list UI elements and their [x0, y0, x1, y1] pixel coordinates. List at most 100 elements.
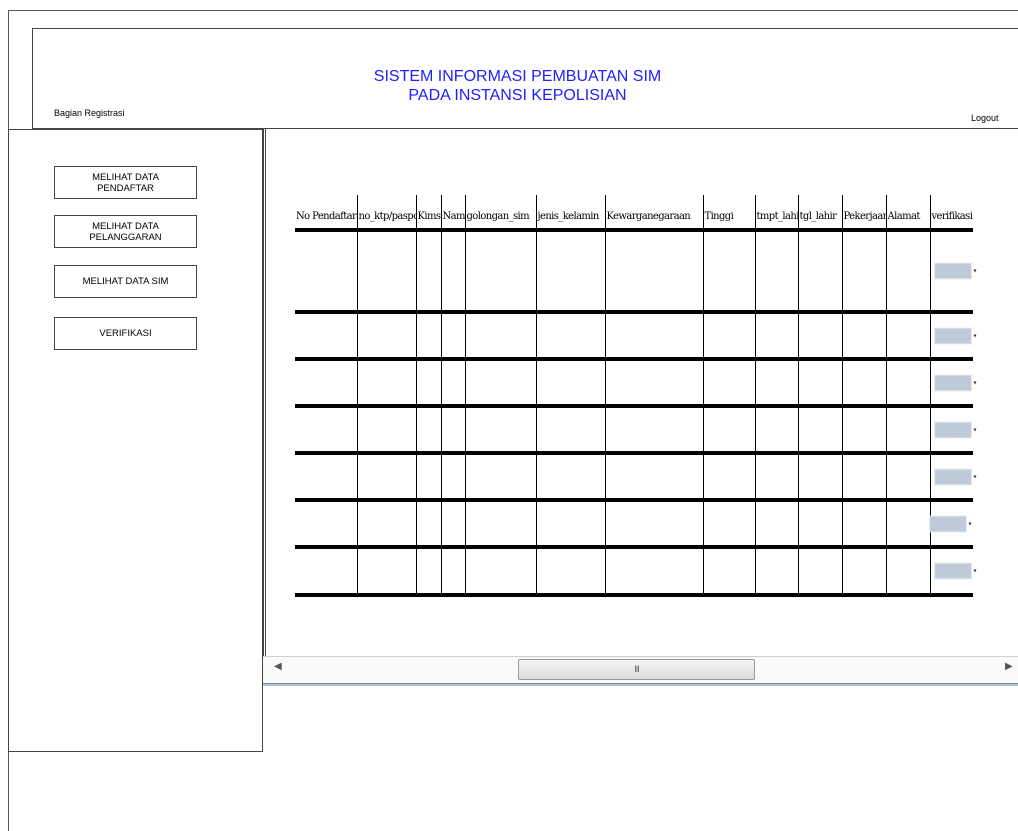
verification-select[interactable]: ▾	[933, 421, 977, 438]
column-header: Kims	[415, 195, 441, 232]
table-cell: ▾	[929, 453, 977, 502]
table-cell: ▾	[929, 406, 977, 455]
scrollbar-thumb[interactable]: III	[518, 659, 755, 680]
table-cell	[797, 500, 842, 549]
column-header: tmpt_lahir	[754, 195, 798, 232]
table-row: ▾	[295, 406, 977, 455]
column-header: tgl_lahir	[797, 195, 842, 232]
app-title-line2: PADA INSTANSI KEPOLISIAN	[408, 87, 627, 104]
sidebar-item-data-pendaftar[interactable]: MELIHAT DATA PENDAFTAR	[54, 166, 197, 199]
table-cell	[797, 547, 842, 597]
horizontal-scrollbar[interactable]: ◀ III ▶	[263, 656, 1018, 686]
table-cell	[356, 359, 416, 408]
table-cell	[885, 547, 930, 597]
table-cell	[356, 500, 416, 549]
table-cell: ▾	[929, 359, 977, 408]
table-cell	[604, 230, 703, 314]
chevron-down-icon: ▾	[973, 332, 977, 339]
table-cell	[415, 312, 441, 361]
table-cell	[885, 453, 930, 502]
sidebar-item-verifikasi[interactable]: VERIFIKASI	[54, 317, 197, 350]
table-cell	[797, 230, 842, 314]
registrant-table-container: No Pendaftaran no_ktp/paspor Kims Nama g…	[295, 195, 977, 597]
table-row: ▾	[295, 230, 977, 314]
table-cell	[440, 359, 465, 408]
table-cell	[535, 312, 605, 361]
table-cell	[604, 406, 703, 455]
scroll-left-icon[interactable]: ◀	[274, 661, 282, 672]
column-header: Pekerjaan	[841, 195, 886, 232]
table-cell	[702, 230, 755, 314]
table-cell	[754, 453, 798, 502]
grip-icon: III	[634, 664, 640, 674]
table-cell	[535, 453, 605, 502]
table-cell	[535, 230, 605, 314]
table-cell	[440, 312, 465, 361]
table-cell	[841, 547, 886, 597]
scroll-right-icon[interactable]: ▶	[1005, 661, 1013, 672]
table-cell	[295, 453, 357, 502]
table-cell	[356, 547, 416, 597]
table-cell	[464, 312, 536, 361]
verification-select[interactable]: ▾	[933, 327, 977, 344]
table-cell	[356, 230, 416, 314]
logout-link[interactable]: Logout	[971, 113, 999, 123]
chevron-down-icon: ▾	[973, 567, 977, 575]
table-cell	[885, 500, 930, 549]
verification-select[interactable]: ▾	[933, 562, 977, 580]
table-cell	[885, 359, 930, 408]
table-cell	[702, 453, 755, 502]
section-label: Bagian Registrasi	[54, 108, 125, 118]
table-cell	[356, 312, 416, 361]
table-row: ▾	[295, 453, 977, 502]
table-cell	[295, 312, 357, 361]
table-cell: ▾	[929, 230, 977, 314]
chevron-down-icon: ▾	[968, 520, 972, 527]
verification-select[interactable]: ▾	[928, 515, 972, 532]
table-cell	[754, 359, 798, 408]
table-cell	[604, 453, 703, 502]
verification-select[interactable]: ▾	[933, 262, 977, 280]
table-cell	[464, 359, 536, 408]
registrant-table: No Pendaftaran no_ktp/paspor Kims Nama g…	[295, 195, 977, 597]
sidebar-item-data-pelanggaran[interactable]: MELIHAT DATA PELANGGARAN	[54, 215, 197, 248]
table-cell	[440, 547, 465, 597]
table-cell	[295, 547, 357, 597]
table-cell	[295, 500, 357, 549]
table-body: ▾ ▾ ▾ ▾ ▾ ▾ ▾	[295, 230, 977, 597]
table-cell	[415, 453, 441, 502]
sidebar-item-data-sim[interactable]: MELIHAT DATA SIM	[54, 265, 197, 298]
column-header: verifikasi	[929, 195, 973, 232]
table-cell	[797, 406, 842, 455]
table-cell	[754, 230, 798, 314]
column-header: Kewarganegaraan	[604, 195, 703, 232]
table-cell: ▾	[929, 547, 977, 597]
table-cell	[415, 359, 441, 408]
table-cell	[604, 359, 703, 408]
table-header-row: No Pendaftaran no_ktp/paspor Kims Nama g…	[295, 195, 973, 232]
verification-select[interactable]: ▾	[933, 468, 977, 485]
scrollbar-accent-line	[263, 684, 1018, 686]
table-cell	[702, 547, 755, 597]
content-divider	[263, 129, 266, 684]
table-row: ▾	[295, 547, 977, 597]
table-cell	[841, 230, 886, 314]
table-cell	[754, 406, 798, 455]
table-cell: ▾	[929, 312, 977, 361]
table-cell	[464, 500, 536, 549]
column-header: Alamat	[885, 195, 930, 232]
verification-select[interactable]: ▾	[933, 374, 977, 391]
table-cell	[604, 500, 703, 549]
chevron-down-icon: ▾	[973, 473, 977, 480]
column-header: jenis_kelamin	[535, 195, 605, 232]
table-cell	[464, 547, 536, 597]
table-cell	[356, 453, 416, 502]
table-cell: ▾	[928, 500, 973, 549]
table-cell	[797, 359, 842, 408]
table-cell	[604, 547, 703, 597]
table-cell	[415, 406, 441, 455]
table-cell	[535, 547, 605, 597]
chevron-down-icon: ▾	[973, 426, 977, 433]
table-cell	[295, 406, 357, 455]
table-cell	[464, 406, 536, 455]
